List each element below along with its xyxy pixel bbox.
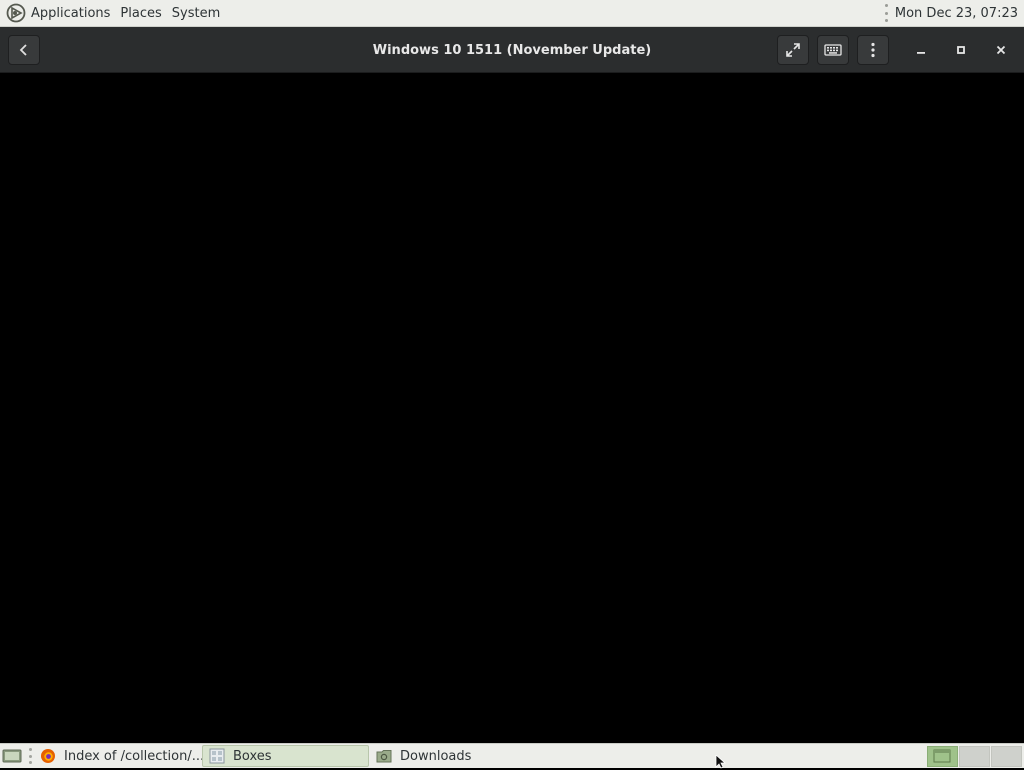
maximize-button[interactable] bbox=[946, 35, 976, 65]
minimize-icon bbox=[917, 52, 925, 54]
vm-display[interactable] bbox=[0, 74, 1024, 743]
fullscreen-icon bbox=[786, 43, 800, 57]
applications-menu[interactable]: Applications bbox=[0, 0, 115, 27]
task-label: Downloads bbox=[400, 748, 472, 764]
panel-drag-handle[interactable] bbox=[885, 4, 889, 22]
mouse-cursor-icon bbox=[715, 755, 727, 769]
task-label: Boxes bbox=[233, 748, 272, 764]
task-downloads[interactable]: Downloads bbox=[370, 745, 538, 767]
close-button[interactable] bbox=[986, 35, 1016, 65]
task-firefox[interactable]: Index of /collection/... bbox=[34, 745, 202, 767]
places-menu[interactable]: Places bbox=[115, 0, 166, 27]
system-menu[interactable]: System bbox=[167, 0, 225, 27]
keyboard-icon bbox=[824, 44, 842, 56]
workspace-2[interactable] bbox=[959, 746, 990, 767]
back-button[interactable] bbox=[8, 35, 40, 65]
minimize-button[interactable] bbox=[906, 35, 936, 65]
window-thumbnail-icon bbox=[933, 749, 951, 763]
fullscreen-button[interactable] bbox=[777, 35, 809, 65]
folder-icon bbox=[376, 750, 392, 763]
applications-menu-label: Applications bbox=[31, 5, 111, 21]
gnome-foot-icon bbox=[6, 3, 26, 23]
task-label: Index of /collection/... bbox=[64, 748, 202, 764]
places-menu-label: Places bbox=[120, 5, 162, 21]
maximize-icon bbox=[957, 46, 965, 54]
workspace-1[interactable] bbox=[927, 746, 958, 767]
boxes-headerbar: Windows 10 1511 (November Update) bbox=[0, 27, 1024, 73]
menu-button[interactable] bbox=[857, 35, 889, 65]
task-boxes[interactable]: Boxes bbox=[202, 745, 369, 767]
menu-icon bbox=[871, 42, 875, 58]
workspace-3[interactable] bbox=[991, 746, 1022, 767]
show-desktop-icon bbox=[2, 749, 22, 763]
back-icon bbox=[19, 44, 27, 56]
bottom-taskbar: Index of /collection/... Boxes Downloads bbox=[0, 743, 1024, 768]
show-desktop-button[interactable] bbox=[2, 747, 22, 765]
taskbar-drag-handle[interactable] bbox=[28, 748, 32, 764]
firefox-icon bbox=[41, 749, 55, 763]
close-icon bbox=[996, 45, 1006, 55]
top-panel: Applications Places System Mon Dec 23, 0… bbox=[0, 0, 1024, 27]
boxes-icon bbox=[209, 748, 225, 764]
clock[interactable]: Mon Dec 23, 07:23 bbox=[895, 6, 1024, 21]
keyboard-button[interactable] bbox=[817, 35, 849, 65]
system-menu-label: System bbox=[171, 5, 221, 21]
